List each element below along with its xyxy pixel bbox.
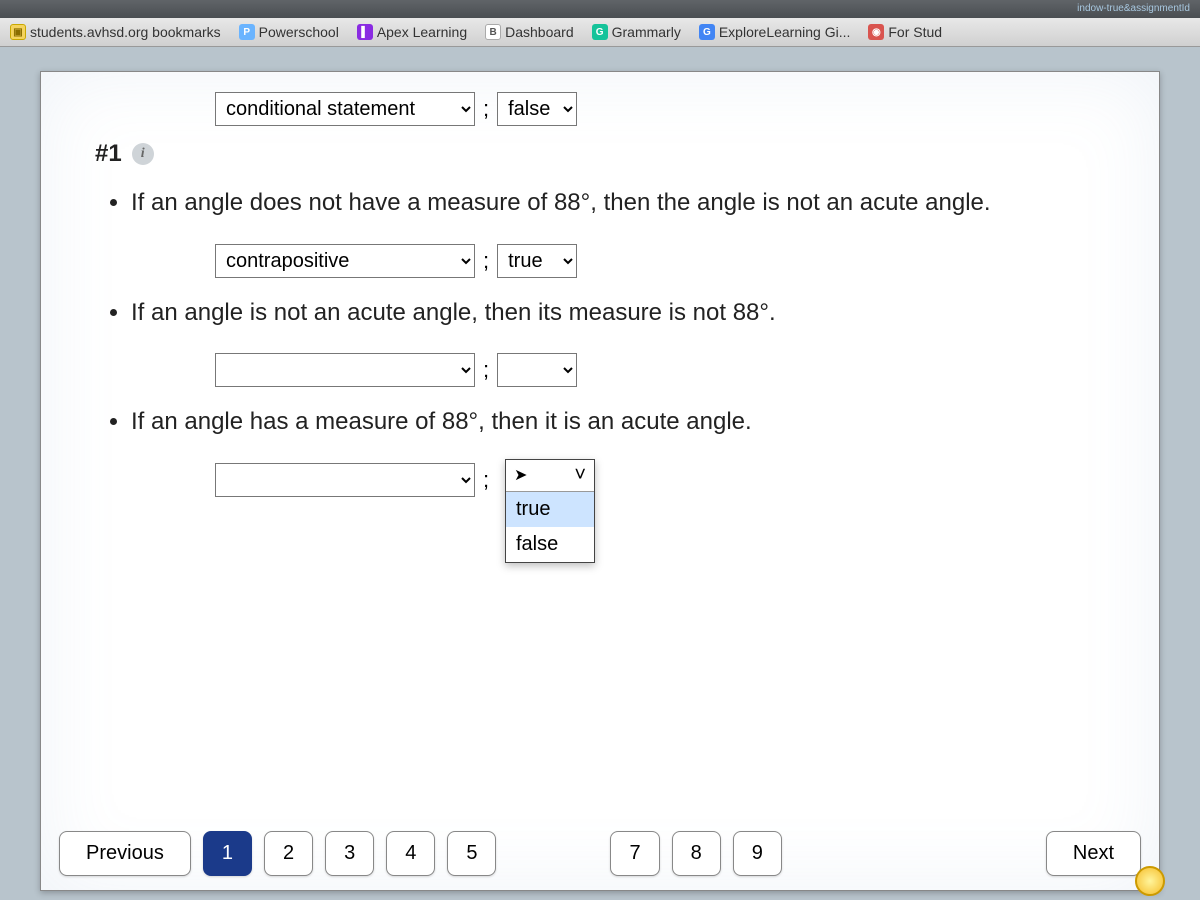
previous-button[interactable]: Previous (59, 831, 191, 876)
page-button-2[interactable]: 2 (264, 831, 313, 876)
question-header: #1 i (95, 140, 1125, 168)
statement-type-select-1[interactable]: conditional statement (215, 92, 475, 126)
question-card: conditional statement ; false #1 i If an… (40, 71, 1160, 891)
statement-3: If an angle has a measure of 88°, then i… (131, 405, 1125, 439)
bookmark-label: Dashboard (505, 24, 574, 40)
bookmark-forstud[interactable]: ◉ For Stud (868, 24, 942, 40)
forstud-icon: ◉ (868, 24, 884, 40)
bookmark-dashboard[interactable]: B Dashboard (485, 24, 574, 40)
bookmark-powerschool[interactable]: P Powerschool (239, 24, 339, 40)
bookmark-apex[interactable]: ▌ Apex Learning (357, 24, 467, 40)
question-number: #1 (95, 140, 122, 168)
page-button-5[interactable]: 5 (447, 831, 496, 876)
page-button-4[interactable]: 4 (386, 831, 435, 876)
bookmark-label: For Stud (888, 24, 942, 40)
statement-1: If an angle does not have a measure of 8… (131, 186, 1125, 220)
row4-selects: ; ➤ ˅ true false (215, 463, 1125, 497)
bookmark-label: ExploreLearning Gi... (719, 24, 851, 40)
explorelearning-icon: G (699, 24, 715, 40)
info-icon[interactable]: i (132, 143, 154, 165)
bookmark-label: Apex Learning (377, 24, 467, 40)
powerschool-icon: P (239, 24, 255, 40)
statement-2: If an angle is not an acute angle, then … (131, 296, 1125, 330)
semicolon: ; (483, 467, 489, 493)
chevron-down-icon: ˅ (574, 464, 586, 487)
page-button-9[interactable]: 9 (733, 831, 782, 876)
dashboard-icon: B (485, 24, 501, 40)
bookmark-explorelearning[interactable]: G ExploreLearning Gi... (699, 24, 851, 40)
truth-value-select-3[interactable] (497, 353, 577, 387)
truth-value-select-1[interactable]: false (497, 92, 577, 126)
bookmark-label: Grammarly (612, 24, 681, 40)
truth-value-select-2[interactable]: true (497, 244, 577, 278)
row2-selects: contrapositive ; true (215, 244, 1125, 278)
truth-value-dropdown-open[interactable]: ➤ ˅ true false (505, 459, 595, 563)
row3-selects: ; (215, 353, 1125, 387)
dropdown-trigger[interactable]: ➤ ˅ (506, 460, 594, 492)
statement-type-select-4[interactable] (215, 463, 475, 497)
next-button[interactable]: Next (1046, 831, 1141, 876)
page-button-7[interactable]: 7 (610, 831, 659, 876)
statement-type-select-2[interactable]: contrapositive (215, 244, 475, 278)
pagination-bar: Previous 1 2 3 4 5 7 8 9 Next (41, 831, 1159, 876)
statement-type-select-3[interactable] (215, 353, 475, 387)
cursor-icon: ➤ (514, 465, 527, 485)
browser-url-bar: indow-true&assignmentId (0, 0, 1200, 18)
page-button-1[interactable]: 1 (203, 831, 252, 876)
bookmark-label: Powerschool (259, 24, 339, 40)
semicolon: ; (483, 357, 489, 383)
page-button-3[interactable]: 3 (325, 831, 374, 876)
page-button-8[interactable]: 8 (672, 831, 721, 876)
corner-badge-icon (1135, 866, 1165, 896)
apex-icon: ▌ (357, 24, 373, 40)
grammarly-icon: G (592, 24, 608, 40)
semicolon: ; (483, 248, 489, 274)
bookmark-students[interactable]: ▣ students.avhsd.org bookmarks (10, 24, 221, 40)
dropdown-option-true[interactable]: true (506, 492, 594, 527)
folder-icon: ▣ (10, 24, 26, 40)
page-buttons: 1 2 3 4 5 7 8 9 (203, 831, 782, 876)
semicolon: ; (483, 96, 489, 122)
bookmark-grammarly[interactable]: G Grammarly (592, 24, 681, 40)
row1-selects: conditional statement ; false (215, 92, 1125, 126)
bookmark-label: students.avhsd.org bookmarks (30, 24, 221, 40)
bookmarks-bar: ▣ students.avhsd.org bookmarks P Powersc… (0, 18, 1200, 47)
dropdown-option-false[interactable]: false (506, 527, 594, 562)
url-fragment: indow-true&assignmentId (1077, 3, 1190, 14)
